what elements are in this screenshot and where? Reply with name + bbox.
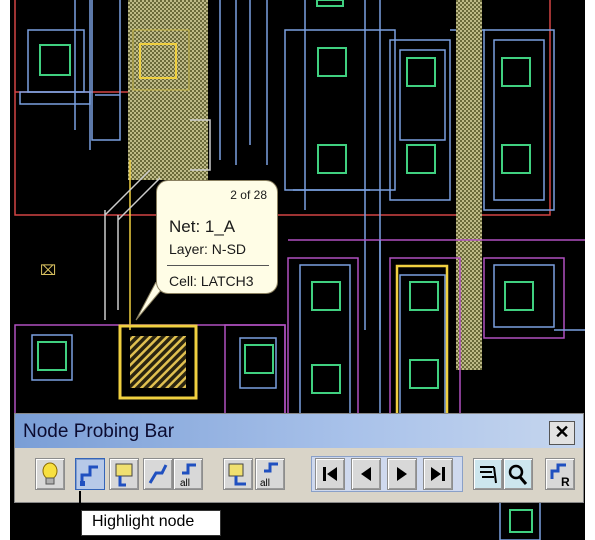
- last-button[interactable]: [423, 458, 453, 490]
- report-icon: R: [550, 463, 570, 489]
- close-button[interactable]: ✕: [549, 421, 575, 445]
- probe-all-icon: all: [260, 462, 278, 489]
- net-name: Net: 1_A: [169, 217, 236, 236]
- next-button[interactable]: [387, 458, 417, 490]
- report-button[interactable]: R: [545, 458, 575, 490]
- svg-text:all: all: [260, 478, 270, 489]
- svg-text:R: R: [561, 475, 570, 489]
- probe-all-button[interactable]: all: [255, 458, 285, 490]
- layer-name: Layer: N-SD: [169, 241, 247, 257]
- first-button[interactable]: [315, 458, 345, 490]
- svg-text:⌧: ⌧: [40, 262, 56, 278]
- highlight-path-icon: [148, 464, 168, 484]
- cell-name: Cell: LATCH3: [169, 273, 254, 289]
- svg-text:all: all: [180, 478, 190, 489]
- probe-count: 2 of 28: [230, 188, 267, 202]
- node-probing-bar: Node Probing Bar ✕ all all R: [14, 413, 584, 503]
- lightbulb-icon: [42, 462, 58, 485]
- lightbulb-button[interactable]: [35, 458, 65, 490]
- select-hand-icon: [480, 466, 497, 484]
- select-probe-button[interactable]: [473, 458, 503, 490]
- highlight-all-icon: all: [180, 463, 196, 489]
- previous-icon: [361, 467, 371, 481]
- highlight-all-button[interactable]: [143, 458, 173, 490]
- zoom-icon: [508, 464, 528, 485]
- probe-tip-icon: [115, 463, 133, 487]
- window-title: Node Probing Bar: [23, 421, 175, 442]
- node-info-tooltip: 2 of 28 Net: 1_A Layer: N-SD Cell: LATCH…: [156, 180, 278, 294]
- tooltip-divider: [167, 265, 269, 266]
- zoom-button[interactable]: [503, 458, 533, 490]
- highlight-all-nets-button[interactable]: all: [173, 458, 203, 490]
- highlight-node-icon: [80, 465, 98, 486]
- probe-list-icon: [228, 463, 246, 486]
- probe-list-button[interactable]: [223, 458, 253, 490]
- last-icon: [431, 467, 445, 481]
- probe-tip-button[interactable]: [109, 458, 139, 490]
- highlight-node-tooltip: Highlight node: [81, 510, 221, 536]
- title-bar[interactable]: Node Probing Bar ✕: [15, 414, 583, 448]
- next-icon: [397, 467, 407, 481]
- highlight-node-button[interactable]: [75, 458, 105, 490]
- previous-button[interactable]: [351, 458, 381, 490]
- first-icon: [323, 467, 337, 481]
